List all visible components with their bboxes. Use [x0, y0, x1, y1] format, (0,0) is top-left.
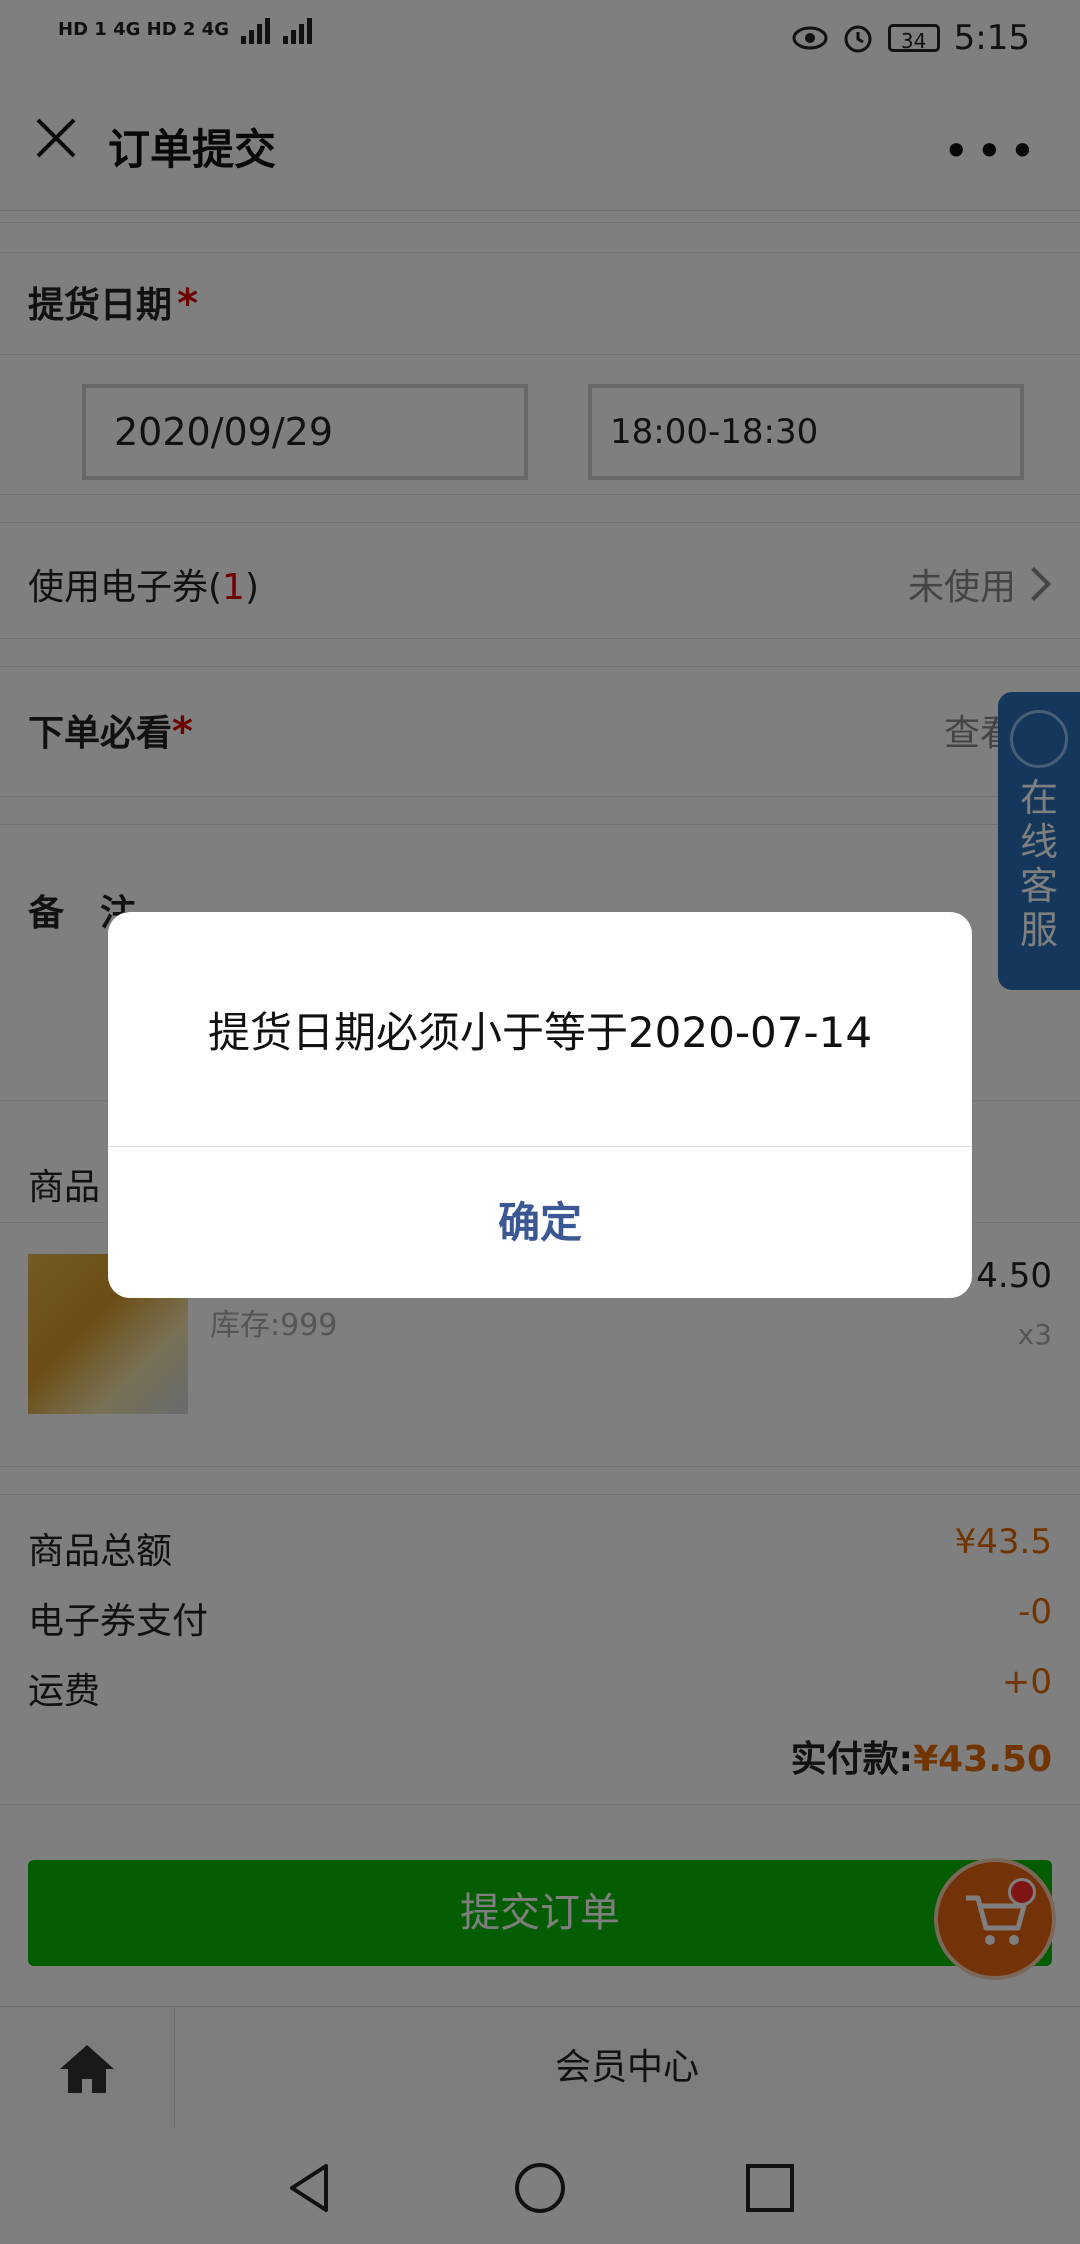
alert-dialog: 提货日期必须小于等于2020-07-14 确定 [108, 912, 972, 1298]
dialog-message: 提货日期必须小于等于2020-07-14 [207, 1007, 873, 1057]
confirm-button[interactable]: 确定 [108, 1147, 972, 1298]
modal-overlay-nav [0, 2128, 1080, 2244]
